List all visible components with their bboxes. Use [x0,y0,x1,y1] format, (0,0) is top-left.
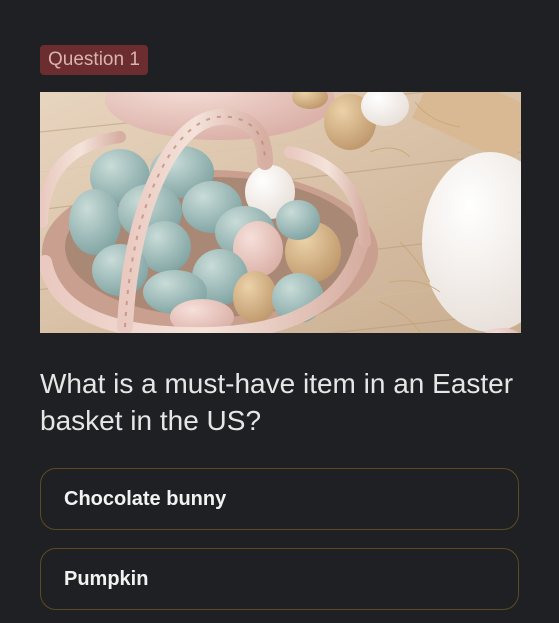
answer-option-label: Pumpkin [64,568,149,590]
answer-option-label: Chocolate bunny [64,488,227,510]
question-number-badge: Question 1 [40,45,148,75]
question-text: What is a must-have item in an Easter ba… [40,368,514,436]
answer-option-pumpkin[interactable]: Pumpkin [40,548,519,610]
question-image [40,92,521,333]
quiz-screen: Question 1 What is a must-have item in a… [0,0,559,623]
easter-eggs-basket-photo [40,92,521,333]
answer-option-chocolate-bunny[interactable]: Chocolate bunny [40,468,519,530]
